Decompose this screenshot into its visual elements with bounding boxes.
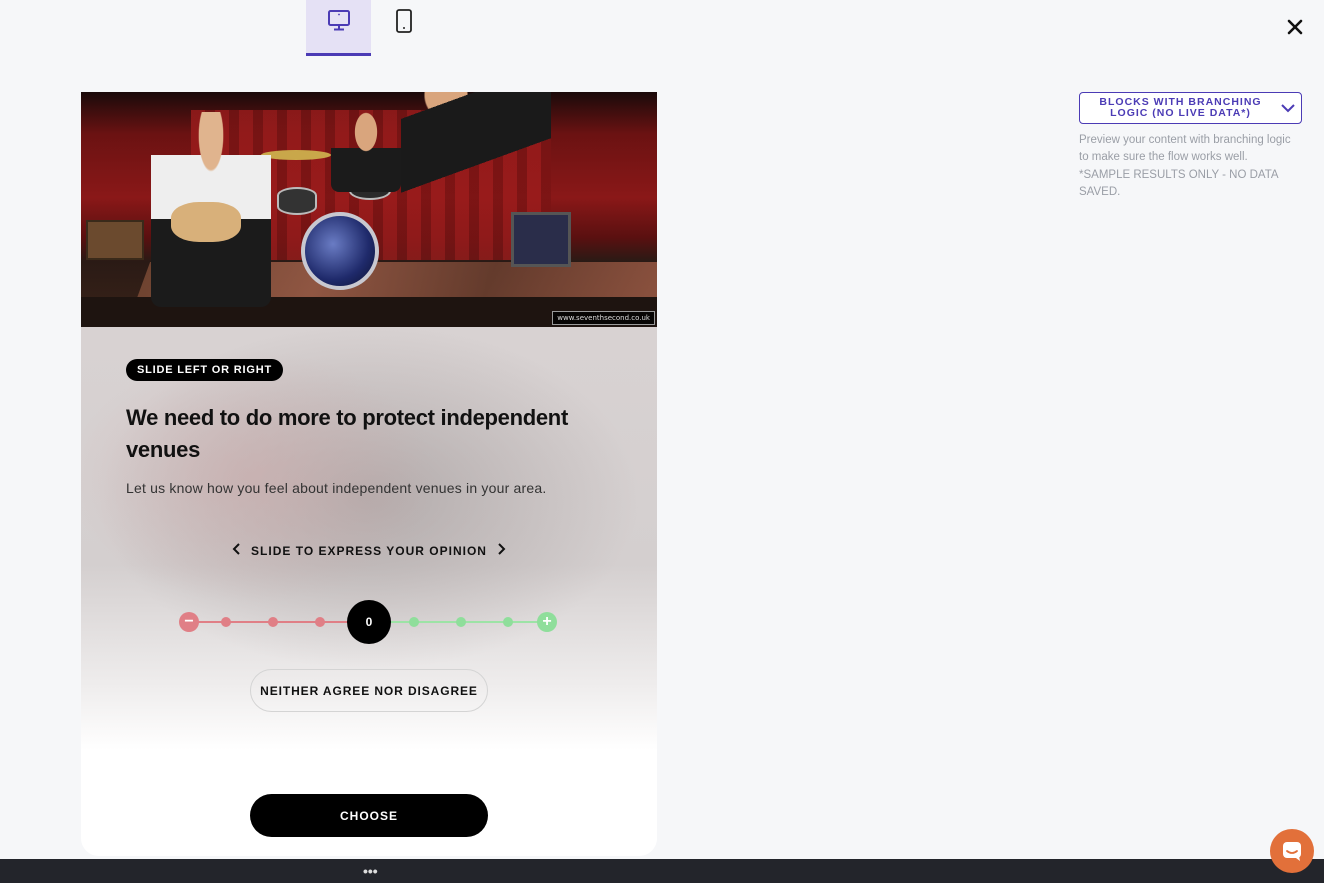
mobile-icon <box>395 9 412 33</box>
question-description: Let us know how you feel about independe… <box>126 480 547 496</box>
slider-step[interactable] <box>503 617 513 627</box>
bottom-bar: ••• <box>0 859 1324 883</box>
chevron-down-icon <box>1275 103 1301 113</box>
desktop-icon <box>327 10 350 31</box>
slide-hint: SLIDE TO EXPRESS YOUR OPINION <box>231 542 507 559</box>
chat-icon <box>1283 842 1301 861</box>
slider-handle[interactable]: 0 <box>347 600 391 644</box>
chevron-left-icon[interactable] <box>231 542 241 559</box>
opinion-slider[interactable]: − + 0 <box>179 600 559 644</box>
preview-mode-label: BLOCKS WITH BRANCHING LOGIC (NO LIVE DAT… <box>1099 96 1262 119</box>
mode-note-text: *SAMPLE RESULTS ONLY - NO DATA SAVED. <box>1079 168 1278 198</box>
device-tabs <box>306 0 436 56</box>
slider-step[interactable] <box>409 617 419 627</box>
minus-icon[interactable]: − <box>179 612 199 632</box>
tab-mobile[interactable] <box>371 0 436 56</box>
chat-button[interactable] <box>1270 829 1314 873</box>
chevron-right-icon[interactable] <box>497 542 507 559</box>
slider-step[interactable] <box>221 617 231 627</box>
preview-mode-description: Preview your content with branching logi… <box>1079 132 1303 201</box>
slider-step[interactable] <box>268 617 278 627</box>
neutral-button[interactable]: NEITHER AGREE NOR DISAGREE <box>250 669 488 712</box>
question-title: We need to do more to protect independen… <box>126 405 568 462</box>
close-icon <box>1287 19 1303 35</box>
slider-step[interactable] <box>456 617 466 627</box>
tab-desktop[interactable] <box>306 0 371 56</box>
close-button[interactable] <box>1284 16 1306 38</box>
slider-step[interactable] <box>315 617 325 627</box>
preview-mode-select[interactable]: BLOCKS WITH BRANCHING LOGIC (NO LIVE DAT… <box>1079 92 1302 124</box>
more-icon[interactable]: ••• <box>363 863 378 879</box>
plus-icon[interactable]: + <box>537 612 557 632</box>
question-content: SLIDE LEFT OR RIGHT We need to do more t… <box>81 92 657 856</box>
instruction-badge: SLIDE LEFT OR RIGHT <box>126 359 283 381</box>
choose-button[interactable]: CHOOSE <box>250 794 488 837</box>
slide-hint-label: SLIDE TO EXPRESS YOUR OPINION <box>251 543 487 558</box>
mode-description-text: Preview your content with branching logi… <box>1079 134 1291 164</box>
